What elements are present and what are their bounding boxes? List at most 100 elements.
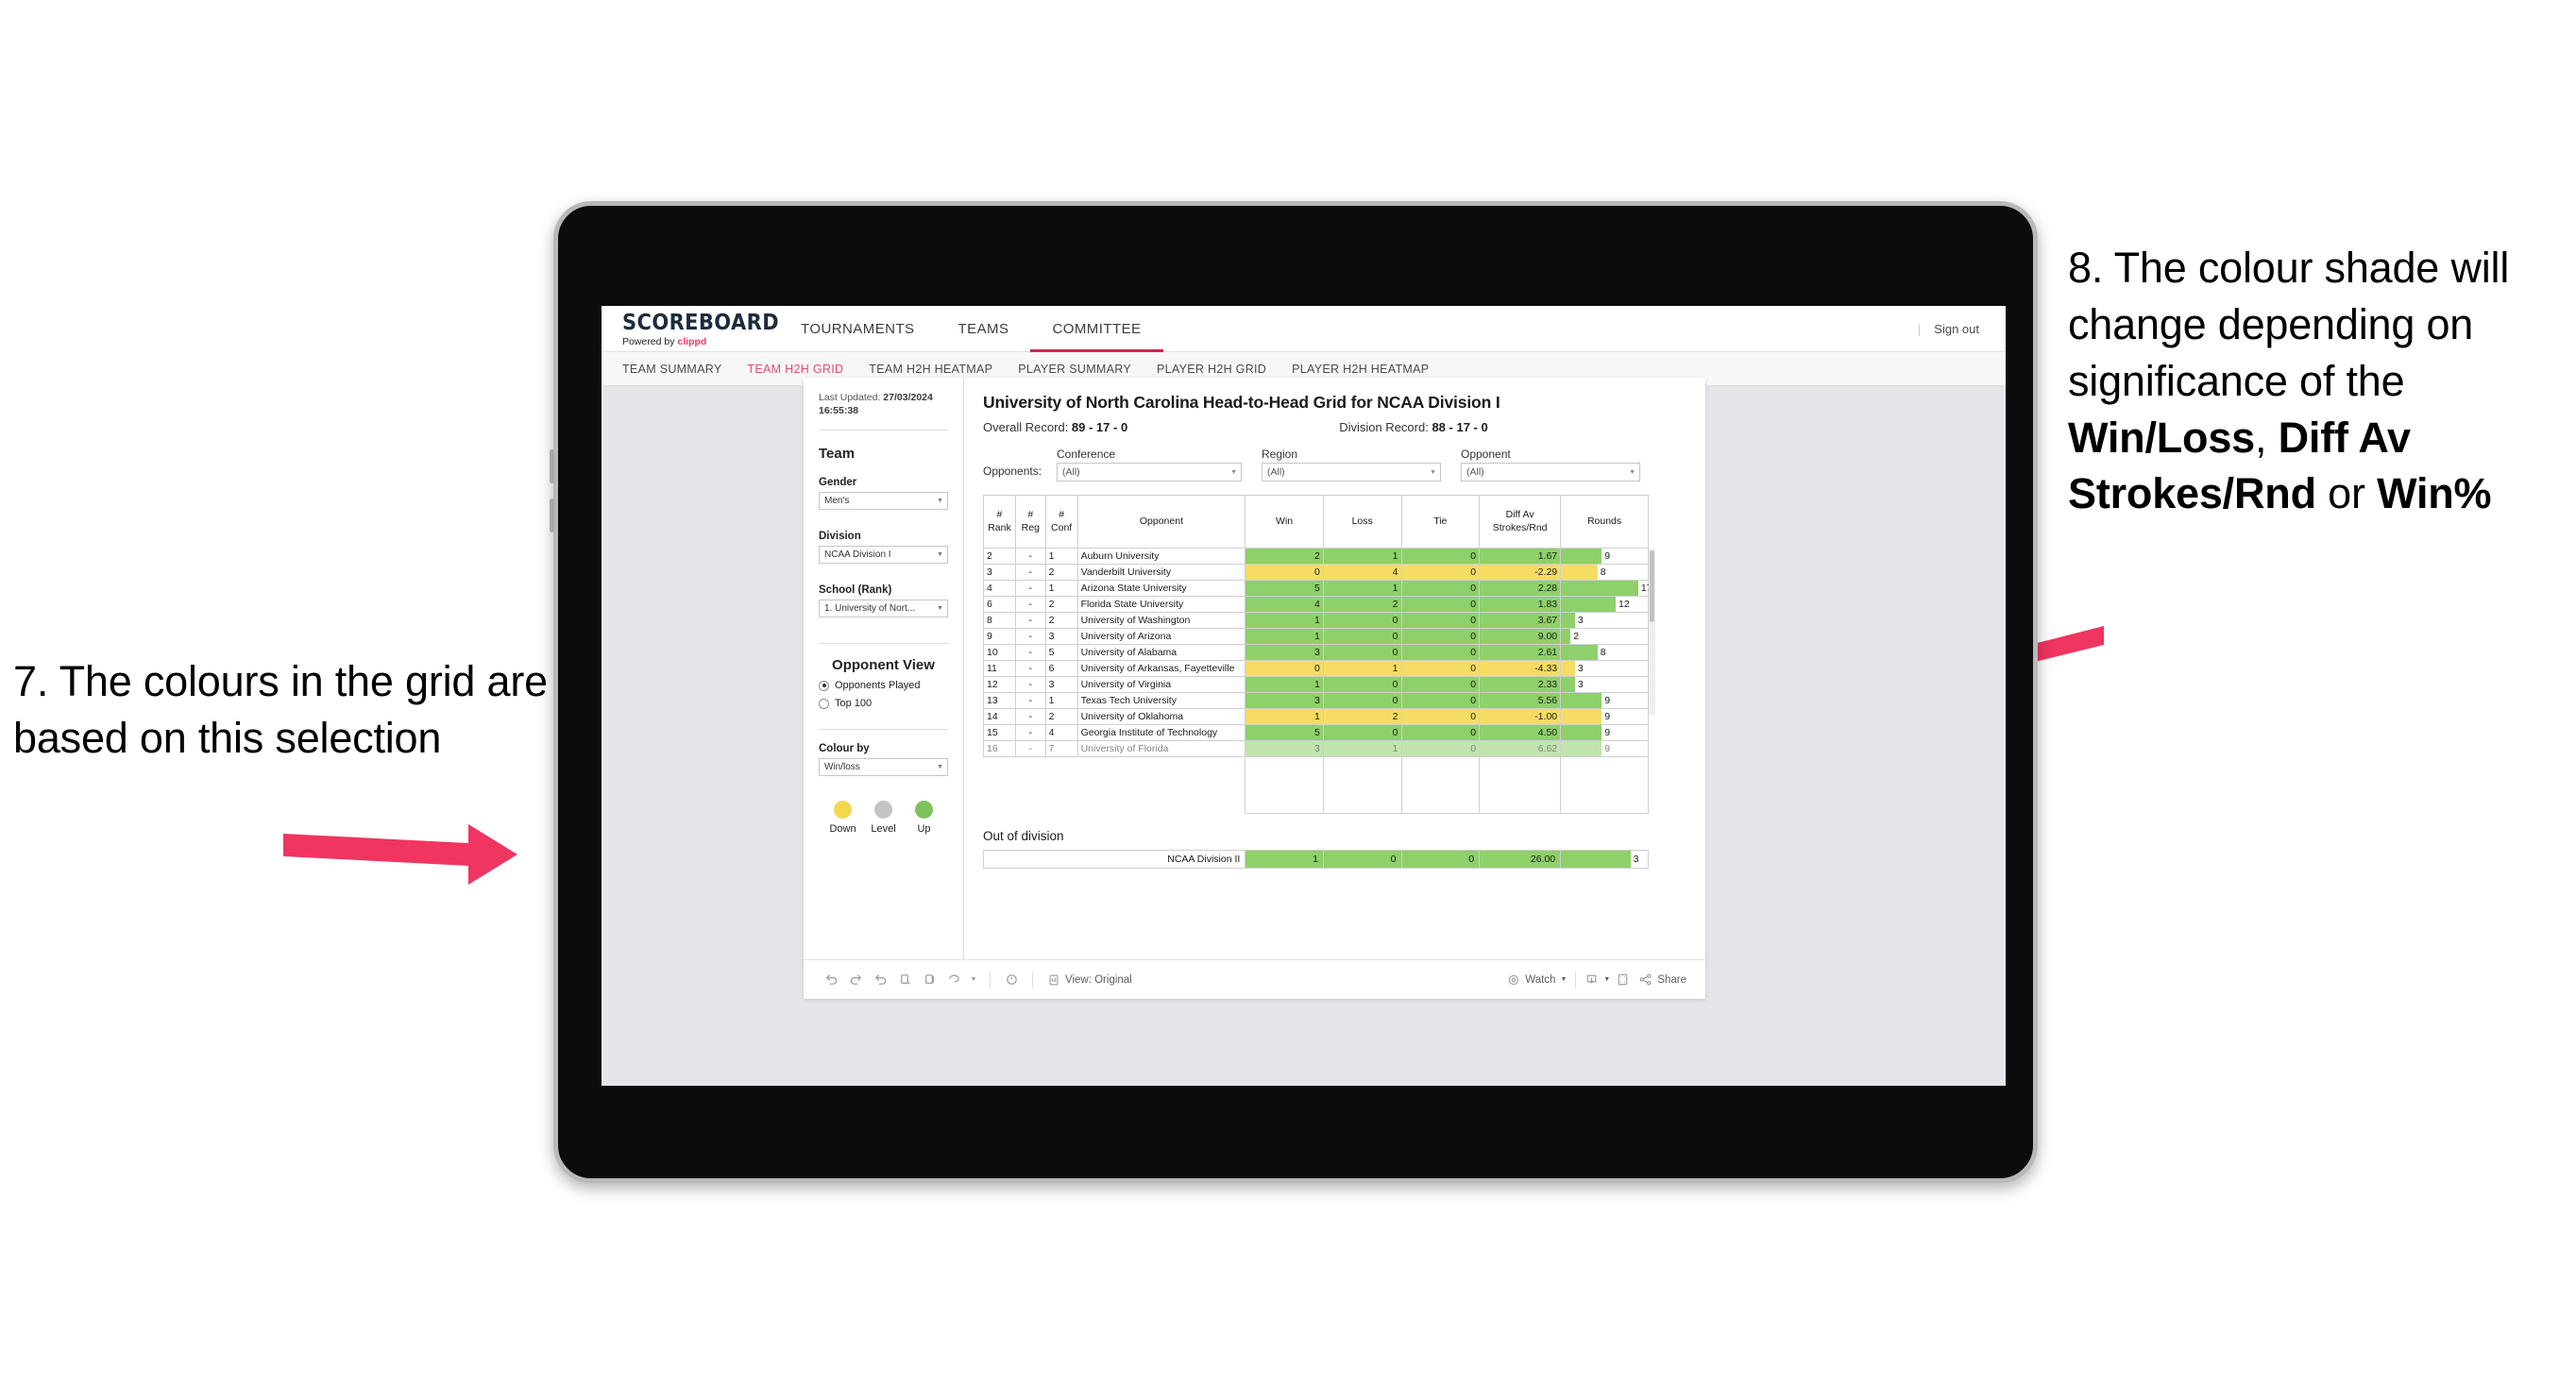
undo-icon[interactable] [819,972,843,987]
out-of-division-row: NCAA Division II 1 0 0 26.00 3 [982,850,1649,869]
signout-area: | Sign out [1918,306,1979,352]
cell-tie: 0 [1400,580,1481,597]
filter-opponent-select[interactable]: (All) ▼ [1461,463,1640,482]
subnav-team-summary[interactable]: TEAM SUMMARY [622,363,741,376]
signout-link[interactable]: Sign out [1934,322,1979,336]
scoreboard-logo[interactable]: SCOREBOARD Powered by clippd [622,310,779,347]
col-diff[interactable]: Diff Av Strokes/Rnd [1479,495,1562,549]
col-rank[interactable]: # Rank [983,495,1016,549]
cell-reg: - [1014,724,1046,741]
col-win[interactable]: Win [1245,495,1324,549]
filter-conference-caption: Conference [1057,448,1116,461]
grid-vertical-scrollbar[interactable] [1649,549,1655,715]
table-row[interactable]: 4-1 Arizona State University 5 1 0 2.28 17 [983,580,1652,597]
cell-empty [1245,756,1324,814]
col-tie[interactable]: Tie [1400,495,1481,549]
radio-top-100[interactable]: Top 100 [819,698,948,709]
cell-diff: -1.00 [1479,708,1562,725]
divider-1 [819,430,948,431]
view-original-button[interactable]: View: Original [1047,973,1132,987]
cell-diff: 6.62 [1479,740,1562,757]
filter-conference-select[interactable]: (All) ▼ [1057,463,1242,482]
annotation-right-run-2: , [2255,413,2279,462]
chevron-down-icon: ▼ [937,498,943,505]
subnav-player-h2h-grid[interactable]: PLAYER H2H GRID [1157,363,1286,376]
gender-value: Men's [824,496,850,507]
radio-opponents-played[interactable]: Opponents Played [819,680,948,691]
annotation-left-text: 7. The colours in the grid are based on … [13,657,548,762]
pause-updates-icon[interactable] [917,972,941,987]
pause-icon[interactable] [999,972,1024,987]
colour-by-select[interactable]: Win/loss ▼ [819,758,948,777]
nav-item-teams[interactable]: TEAMS [937,306,1031,352]
table-row[interactable]: 16-7 University of Florida 3 1 0 6.62 9 [983,740,1649,757]
filter-region-select[interactable]: (All) ▼ [1262,463,1441,482]
h2h-grid-table: # Rank # Reg # Conf Opponent Win Loss Tie D… [983,495,1652,814]
col-rank-l1: # [996,509,1003,521]
cell-conf: 3 [1044,676,1078,693]
table-row[interactable]: 2-1 Auburn University 2 1 0 1.67 9 [983,548,1649,565]
rounds-bar [1561,677,1575,692]
out-of-division-table: NCAA Division II 1 0 0 26.00 3 [982,850,1649,869]
cell-opponent: University of Arkansas, Fayetteville [1076,660,1246,677]
col-opponent[interactable]: Opponent [1076,495,1246,549]
col-rounds[interactable]: Rounds [1560,495,1649,549]
signout-divider: | [1917,322,1922,336]
table-row[interactable]: 8-2 University of Washington 1 0 0 3.67 3 [983,612,1649,629]
nav-item-committee[interactable]: COMMITTEE [1030,306,1163,352]
rounds-bar [1561,661,1575,676]
table-row[interactable]: 3-2 Vanderbilt University 0 4 0 -2.29 8 [983,564,1649,581]
radio-off-icon [819,698,829,709]
cell-diff: -2.29 [1479,564,1562,581]
cell-rounds: 12 [1560,596,1649,613]
cell-win: 3 [1245,692,1324,709]
table-row[interactable]: 10-5 University of Alabama 3 0 0 2.61 8 [983,644,1649,661]
toolbar-dropdown-caret-icon[interactable]: ▼ [966,976,981,983]
cell-rank: 15 [983,724,1016,741]
device-volume-up-button[interactable] [550,449,554,483]
table-row[interactable]: 9-3 University of Arizona 1 0 0 9.00 2 [983,628,1649,645]
col-reg[interactable]: # Reg [1014,495,1046,549]
out-of-division-title: Out of division [983,829,1064,843]
cell-diff: 3.67 [1479,612,1562,629]
col-loss[interactable]: Loss [1322,495,1402,549]
watch-button[interactable]: Watch ▼ [1507,973,1567,987]
table-row[interactable]: 13-1 Texas Tech University 3 0 0 5.56 9 [983,692,1649,709]
refresh-icon[interactable] [892,972,917,987]
grid-scrollbar-thumb[interactable] [1650,550,1654,622]
dashboard-body: Last Updated: 27/03/2024 16:55:38 Team G… [804,378,1705,959]
col-conf[interactable]: # Conf [1044,495,1078,549]
fullscreen-icon[interactable] [1610,972,1635,987]
subnav-player-summary[interactable]: PLAYER SUMMARY [1018,363,1151,376]
table-row[interactable]: 15-4 Georgia Institute of Technology 5 0 0 4.… [983,724,1649,741]
subnav-player-h2h-heatmap[interactable]: PLAYER H2H HEATMAP [1292,363,1449,376]
cell-opponent: Arizona State University [1076,580,1246,597]
share-button[interactable]: Share [1638,972,1686,987]
subnav-team-h2h-heatmap[interactable]: TEAM H2H HEATMAP [869,363,1012,376]
subnav-team-h2h-grid[interactable]: TEAM H2H GRID [747,363,863,376]
download-button[interactable]: ▼ [1585,972,1610,987]
device-volume-down-button[interactable] [550,499,554,532]
reset-icon[interactable] [941,972,966,987]
table-row[interactable]: 12-3 University of Virginia 1 0 0 2.33 3 [983,676,1649,693]
view-original-label: View: Original [1065,973,1132,986]
table-row[interactable]: 14-2 University of Oklahoma 1 2 0 -1.00 9 [983,708,1649,725]
division-select[interactable]: NCAA Division I ▼ [819,546,948,565]
rounds-value: 9 [1604,695,1611,706]
viz-title: University of North Carolina Head-to-Hea… [983,393,1500,412]
last-updated: Last Updated: 27/03/2024 16:55:38 [819,391,948,417]
cell-conf: 1 [1044,580,1078,597]
school-select[interactable]: 1. University of Nort... ▼ [819,600,948,618]
opponent-filter-row: Opponents: Conference (All) ▼ Region (Al… [983,448,1688,482]
cell-conf: 2 [1044,564,1078,581]
cell-win: 0 [1245,564,1324,581]
table-row[interactable]: 6-2 Florida State University 4 2 0 1.83 12 [983,596,1649,613]
gender-select[interactable]: Men's ▼ [819,492,948,511]
legend-caption-level: Level [871,823,896,836]
rounds-bar [1561,645,1598,660]
nav-item-tournaments[interactable]: TOURNAMENTS [779,306,937,352]
revert-icon[interactable] [868,972,892,987]
cell-empty [1322,756,1402,814]
redo-icon[interactable] [843,972,868,987]
table-row[interactable]: 11-6 University of Arkansas, Fayetteville… [983,660,1649,677]
